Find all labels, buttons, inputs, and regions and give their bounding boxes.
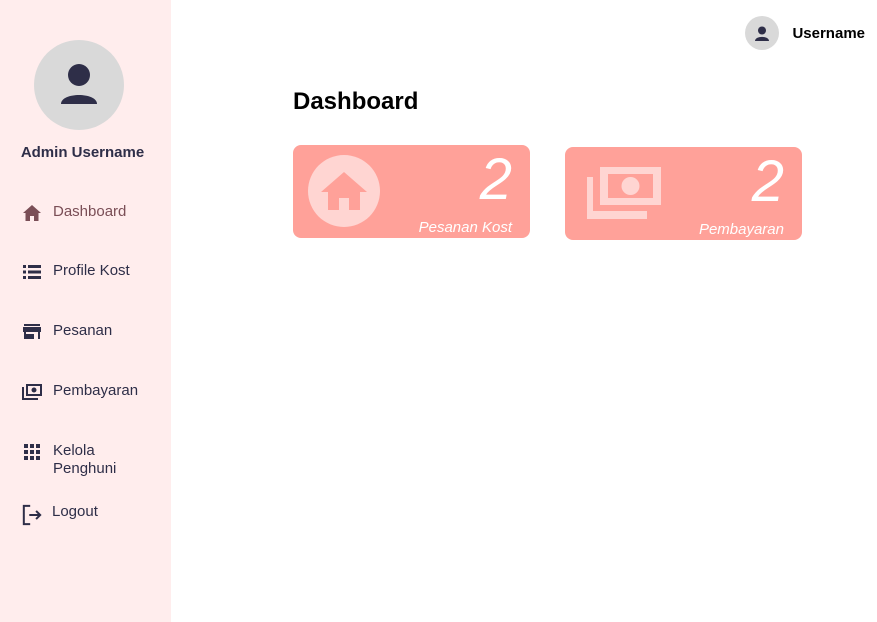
- sidebar-item-label: Pembayaran: [53, 382, 139, 399]
- home-icon: [308, 155, 380, 227]
- card-caption: Pesanan Kost: [418, 219, 512, 236]
- user-menu[interactable]: Username: [745, 16, 865, 50]
- admin-name: Admin Username: [20, 144, 145, 161]
- user-icon: [61, 64, 97, 104]
- money-icon: [587, 167, 661, 219]
- user-icon: [755, 26, 770, 41]
- home-icon: [22, 203, 42, 223]
- grid-icon: [22, 442, 42, 462]
- sidebar-item-label: Kelola Penghuni: [53, 442, 117, 477]
- card-pembayaran[interactable]: 2 Pembayaran: [565, 147, 802, 240]
- header-username: Username: [792, 24, 865, 42]
- money-icon: [22, 382, 42, 402]
- avatar: [745, 16, 780, 50]
- store-icon: [22, 322, 42, 342]
- admin-avatar: [34, 40, 124, 130]
- sidebar-item-kelola-penghuni[interactable]: Kelola Penghuni: [22, 442, 116, 478]
- sidebar-item-label: Pesanan: [53, 322, 113, 339]
- sidebar: Admin Username Dashboard Profile Kost Pe…: [0, 0, 171, 622]
- card-count: 2: [751, 149, 784, 214]
- card-caption: Pembayaran: [698, 221, 784, 238]
- sidebar-item-pembayaran[interactable]: Pembayaran: [22, 382, 138, 402]
- sidebar-item-logout[interactable]: Logout: [22, 503, 98, 527]
- sidebar-item-profile-kost[interactable]: Profile Kost: [22, 262, 130, 282]
- sidebar-item-pesanan[interactable]: Pesanan: [22, 322, 112, 342]
- sidebar-item-label: Dashboard: [53, 203, 127, 220]
- sidebar-item-label: Logout: [52, 503, 98, 520]
- sidebar-item-label: Profile Kost: [53, 262, 130, 279]
- logout-icon: [22, 503, 42, 527]
- card-count: 2: [479, 147, 512, 212]
- sidebar-item-dashboard[interactable]: Dashboard: [22, 203, 126, 223]
- page-title: Dashboard: [293, 88, 419, 115]
- list-icon: [22, 262, 42, 282]
- card-pesanan-kost[interactable]: 2 Pesanan Kost: [293, 145, 530, 238]
